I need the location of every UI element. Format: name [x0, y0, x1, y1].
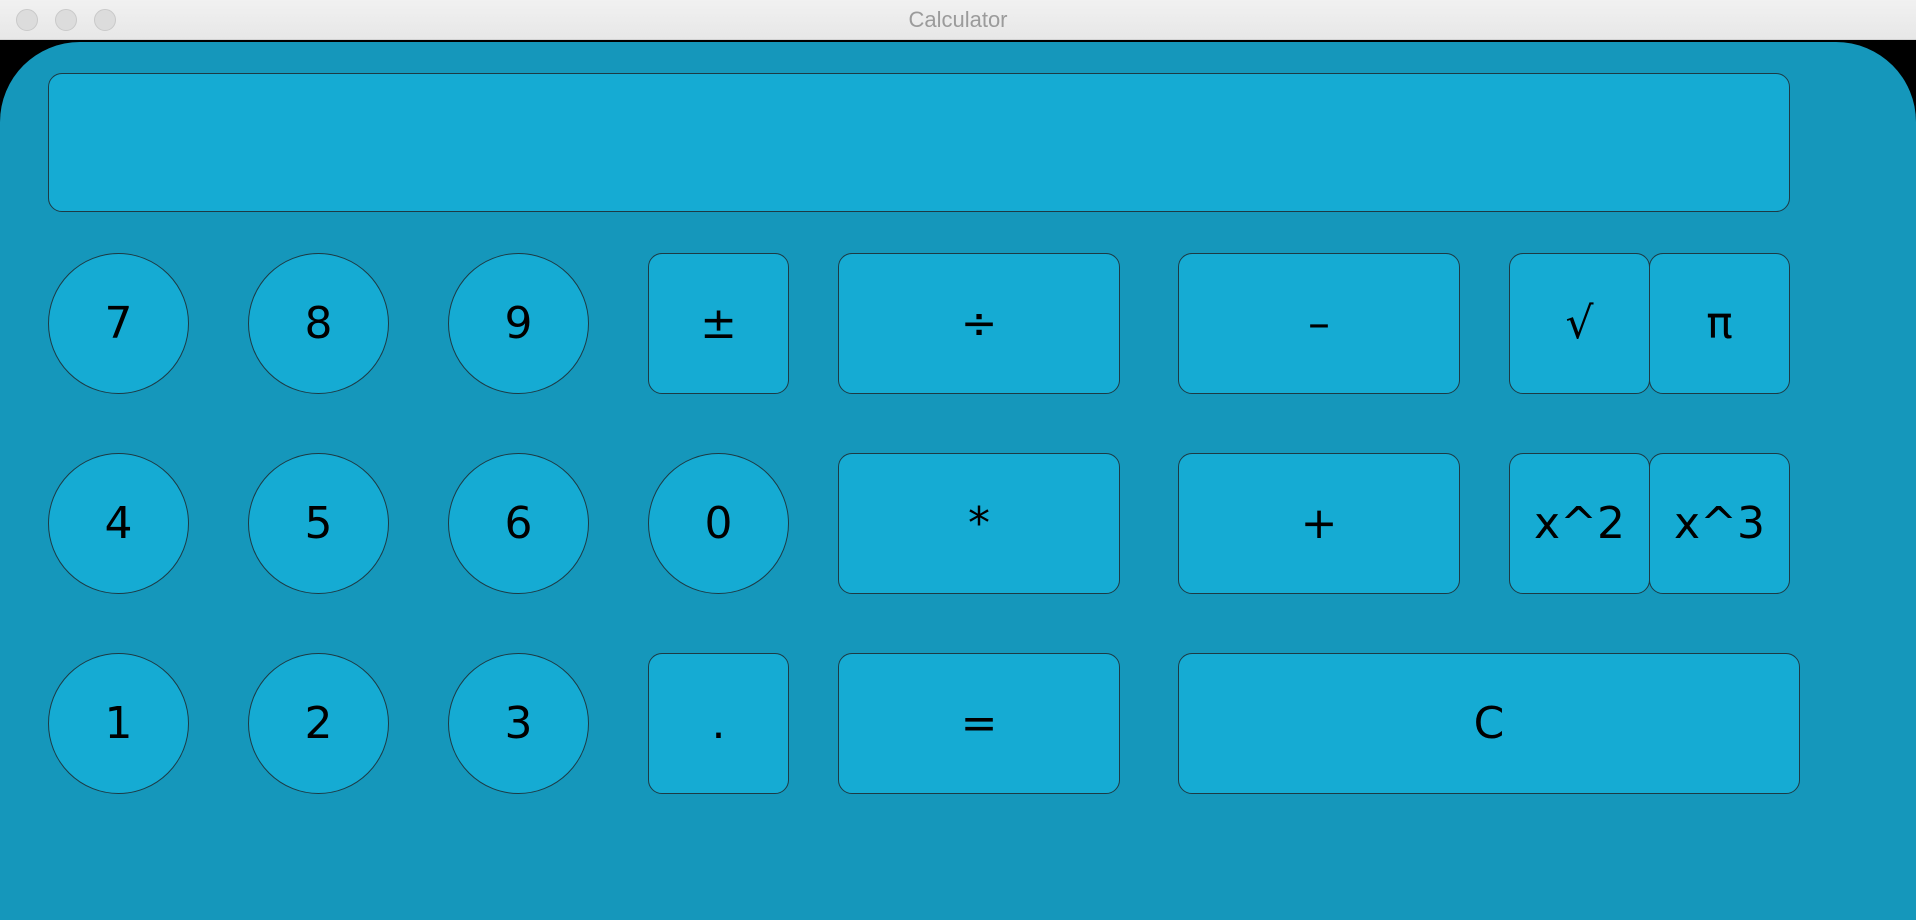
digit-0-button[interactable]: 0	[648, 453, 789, 594]
equals-button[interactable]: =	[838, 653, 1120, 794]
calculator-display	[48, 73, 1790, 212]
title-bar: Calculator	[0, 0, 1916, 40]
add-label: +	[1300, 498, 1338, 549]
digit-0-label: 0	[704, 498, 733, 549]
calculator-window: Calculator 7 8 9 ± ÷ – √ π 4 5 6 0 * + x…	[0, 0, 1916, 920]
clear-label: C	[1473, 698, 1505, 749]
digit-2-label: 2	[304, 698, 333, 749]
plus-minus-button[interactable]: ±	[648, 253, 789, 394]
cube-button[interactable]: x^3	[1649, 453, 1790, 594]
digit-6-label: 6	[504, 498, 533, 549]
digit-1-button[interactable]: 1	[48, 653, 189, 794]
sqrt-label: √	[1565, 298, 1594, 349]
digit-3-label: 3	[504, 698, 533, 749]
digit-5-button[interactable]: 5	[248, 453, 389, 594]
add-button[interactable]: +	[1178, 453, 1460, 594]
decimal-label: .	[711, 698, 726, 749]
subtract-label: –	[1308, 298, 1330, 349]
window-title: Calculator	[908, 7, 1008, 32]
multiply-label: *	[968, 498, 990, 549]
divide-label: ÷	[960, 298, 998, 349]
square-label: x^2	[1534, 498, 1625, 549]
pi-button[interactable]: π	[1649, 253, 1790, 394]
digit-4-button[interactable]: 4	[48, 453, 189, 594]
equals-label: =	[960, 698, 998, 749]
digit-1-label: 1	[104, 698, 133, 749]
digit-2-button[interactable]: 2	[248, 653, 389, 794]
plus-minus-label: ±	[700, 298, 737, 349]
digit-9-button[interactable]: 9	[448, 253, 589, 394]
digit-9-label: 9	[504, 298, 533, 349]
digit-8-button[interactable]: 8	[248, 253, 389, 394]
digit-4-label: 4	[104, 498, 133, 549]
square-button[interactable]: x^2	[1509, 453, 1650, 594]
digit-7-button[interactable]: 7	[48, 253, 189, 394]
digit-8-label: 8	[304, 298, 333, 349]
sqrt-button[interactable]: √	[1509, 253, 1650, 394]
divide-button[interactable]: ÷	[838, 253, 1120, 394]
calculator-body: 7 8 9 ± ÷ – √ π 4 5 6 0 * + x^2 x^3 1 2 …	[0, 42, 1916, 920]
digit-7-label: 7	[104, 298, 133, 349]
pi-label: π	[1706, 298, 1733, 349]
cube-label: x^3	[1674, 498, 1765, 549]
multiply-button[interactable]: *	[838, 453, 1120, 594]
decimal-button[interactable]: .	[648, 653, 789, 794]
digit-3-button[interactable]: 3	[448, 653, 589, 794]
subtract-button[interactable]: –	[1178, 253, 1460, 394]
digit-5-label: 5	[304, 498, 333, 549]
digit-6-button[interactable]: 6	[448, 453, 589, 594]
clear-button[interactable]: C	[1178, 653, 1800, 794]
